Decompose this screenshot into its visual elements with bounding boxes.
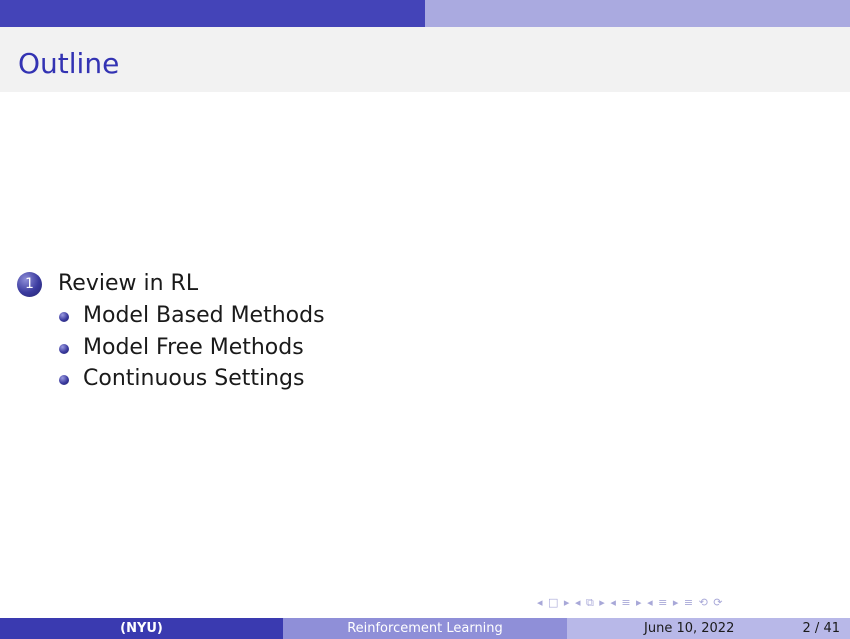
slide-nav-icon[interactable]: ◂ ⧉ ▸ — [575, 596, 606, 609]
footer-date: June 10, 2022 — [644, 621, 735, 636]
footer-date-page: June 10, 2022 2 / 41 — [567, 618, 850, 639]
bullet-icon — [59, 375, 69, 385]
section-number-badge: 1 — [17, 272, 42, 297]
subitem-label[interactable]: Model Free Methods — [83, 332, 304, 364]
subitem-label[interactable]: Model Based Methods — [83, 300, 325, 332]
footer-course-title: Reinforcement Learning — [283, 618, 567, 639]
footline: (NYU) Reinforcement Learning June 10, 20… — [0, 618, 850, 639]
top-banner-right — [425, 0, 850, 27]
section-nav-icon[interactable]: ◂ ≡ ▸ — [610, 596, 642, 609]
top-banner-left — [0, 0, 425, 27]
appendix-icon[interactable]: ≡ — [684, 596, 694, 609]
search-back-icon[interactable]: ⟲ ⟳ — [699, 596, 724, 609]
bullet-icon — [59, 343, 69, 354]
footer-author: (NYU) — [0, 618, 283, 639]
bullet-icon — [59, 312, 69, 322]
section-label[interactable]: Review in RL — [58, 268, 198, 300]
beamer-navigation-symbols: ◂ □ ▸ ◂ ⧉ ▸ ◂ ≡ ▸ ◂ ≡ ▸ ≡ ⟲ ⟳ — [537, 596, 724, 614]
footer-page-number: 2 / 41 — [802, 621, 840, 636]
page-title: Outline — [18, 47, 120, 80]
top-banner — [0, 0, 850, 27]
frame-title-bar: Outline — [0, 27, 850, 92]
frame-nav-icon[interactable]: ◂ □ ▸ — [537, 596, 570, 609]
subitem-label[interactable]: Continuous Settings — [83, 363, 304, 395]
subsection-nav-icon[interactable]: ◂ ≡ ▸ — [647, 596, 679, 609]
